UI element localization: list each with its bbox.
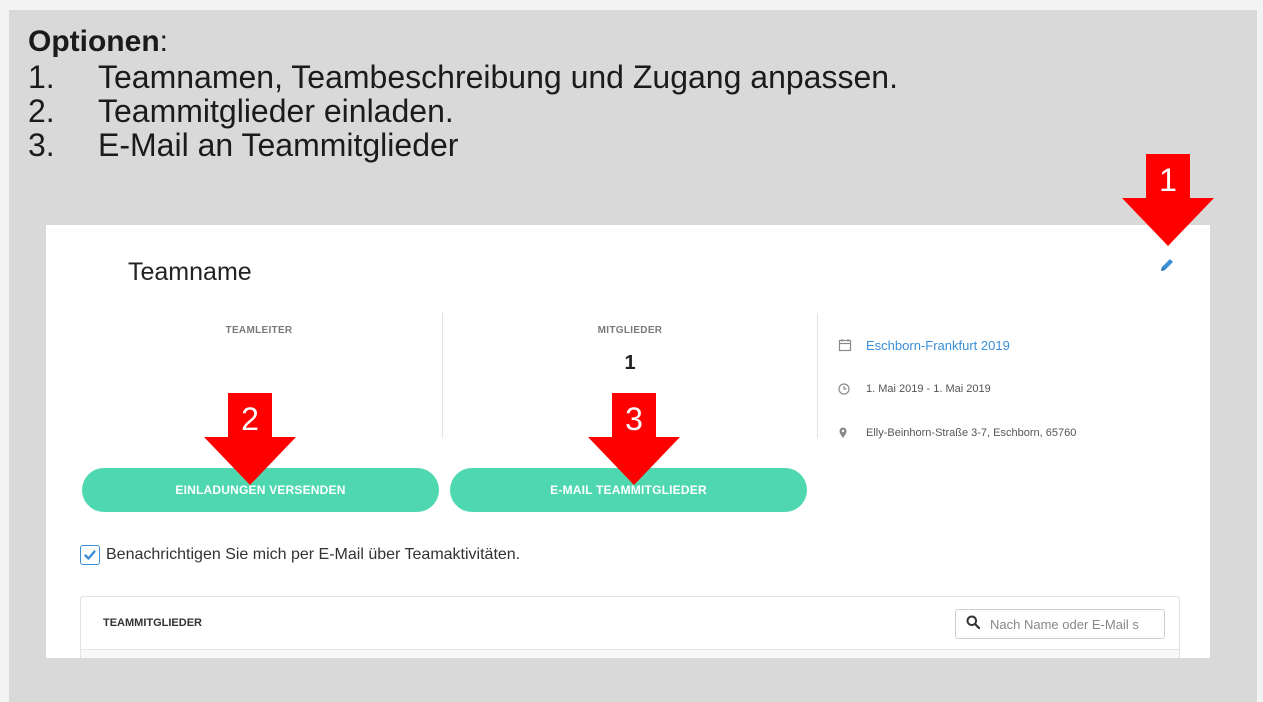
instruction-number: 2. bbox=[28, 93, 55, 129]
instruction-text: E-Mail an Teammitglieder bbox=[98, 127, 459, 163]
event-info: Eschborn-Frankfurt 2019 1. Mai 2019 - 1.… bbox=[832, 323, 1076, 455]
calendar-icon bbox=[832, 338, 866, 352]
date-row: 1. Mai 2019 - 1. Mai 2019 bbox=[832, 367, 1076, 411]
instruction-text: Teamnamen, Teambeschreibung und Zugang a… bbox=[98, 59, 898, 95]
team-members-header: TEAMMITGLIEDER bbox=[81, 597, 1179, 650]
team-leader-label: TEAMLEITER bbox=[225, 325, 293, 336]
instructions-title: Optionen: bbox=[28, 24, 898, 60]
instructions-title-text: Optionen bbox=[28, 25, 160, 58]
notify-option[interactable]: Benachrichtigen Sie mich per E-Mail über… bbox=[80, 545, 520, 565]
instruction-item: 2. Teammitglieder einladen. bbox=[28, 94, 898, 128]
team-members-list bbox=[81, 650, 1179, 658]
annotation-number: 2 bbox=[241, 401, 259, 437]
event-address: Elly-Beinhorn-Straße 3-7, Eschborn, 6576… bbox=[866, 427, 1077, 439]
annotation-number: 1 bbox=[1159, 162, 1177, 198]
notify-label: Benachrichtigen Sie mich per E-Mail über… bbox=[106, 546, 521, 563]
notify-checkbox[interactable] bbox=[80, 545, 100, 565]
instruction-item: 1. Teamnamen, Teambeschreibung und Zugan… bbox=[28, 60, 898, 94]
annotation-arrow-1: 1 bbox=[1122, 154, 1214, 251]
event-date: 1. Mai 2019 - 1. Mai 2019 bbox=[866, 383, 991, 395]
annotation-arrow-2: 2 bbox=[204, 393, 296, 490]
instructions: Optionen: 1. Teamnamen, Teambeschreibung… bbox=[28, 24, 898, 162]
member-search[interactable] bbox=[955, 609, 1165, 639]
members-label: MITGLIEDER bbox=[597, 325, 663, 336]
pencil-icon[interactable] bbox=[1159, 257, 1175, 273]
instruction-text: Teammitglieder einladen. bbox=[98, 93, 454, 129]
instruction-item: 3. E-Mail an Teammitglieder bbox=[28, 128, 898, 162]
instructions-title-colon: : bbox=[159, 25, 168, 58]
instruction-number: 1. bbox=[28, 59, 55, 95]
checkmark-icon bbox=[84, 550, 96, 560]
annotation-arrow-3: 3 bbox=[588, 393, 680, 490]
search-icon bbox=[966, 615, 981, 634]
clock-icon bbox=[832, 383, 866, 395]
members-count: 1 bbox=[624, 352, 636, 374]
team-name: Teamname bbox=[128, 258, 252, 286]
annotation-number: 3 bbox=[625, 401, 643, 437]
map-pin-icon bbox=[832, 427, 866, 439]
search-input[interactable] bbox=[988, 615, 1152, 633]
address-row: Elly-Beinhorn-Straße 3-7, Eschborn, 6576… bbox=[832, 411, 1076, 455]
team-members-panel: TEAMMITGLIEDER bbox=[80, 596, 1180, 658]
event-link[interactable]: Eschborn-Frankfurt 2019 bbox=[866, 338, 1010, 353]
instruction-number: 3. bbox=[28, 127, 55, 163]
event-row[interactable]: Eschborn-Frankfurt 2019 bbox=[832, 323, 1076, 367]
team-members-title: TEAMMITGLIEDER bbox=[103, 617, 202, 629]
